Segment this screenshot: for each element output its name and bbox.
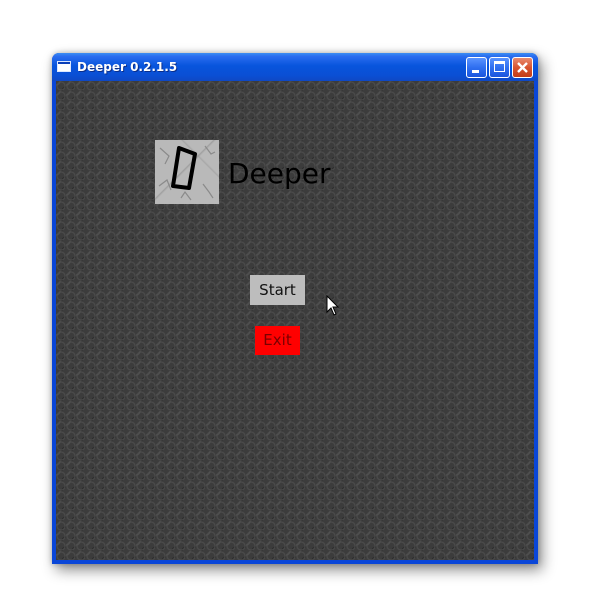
maximize-button[interactable] [489,57,510,78]
close-button[interactable] [512,57,533,78]
close-icon [517,62,528,73]
game-title: Deeper [228,157,331,190]
title-bar[interactable]: Deeper 0.2.1.5 [52,53,538,81]
mouse-pointer-icon [326,295,340,316]
minimize-button[interactable] [466,57,487,78]
exit-button[interactable]: Exit [255,326,300,355]
app-window: Deeper 0.2.1.5 Deeper Start Exit [52,53,538,564]
game-canvas: Deeper Start Exit [56,81,534,560]
window-icon[interactable] [57,61,71,72]
window-title: Deeper 0.2.1.5 [77,60,178,74]
start-button[interactable]: Start [250,275,305,305]
logo-icon [155,140,219,204]
